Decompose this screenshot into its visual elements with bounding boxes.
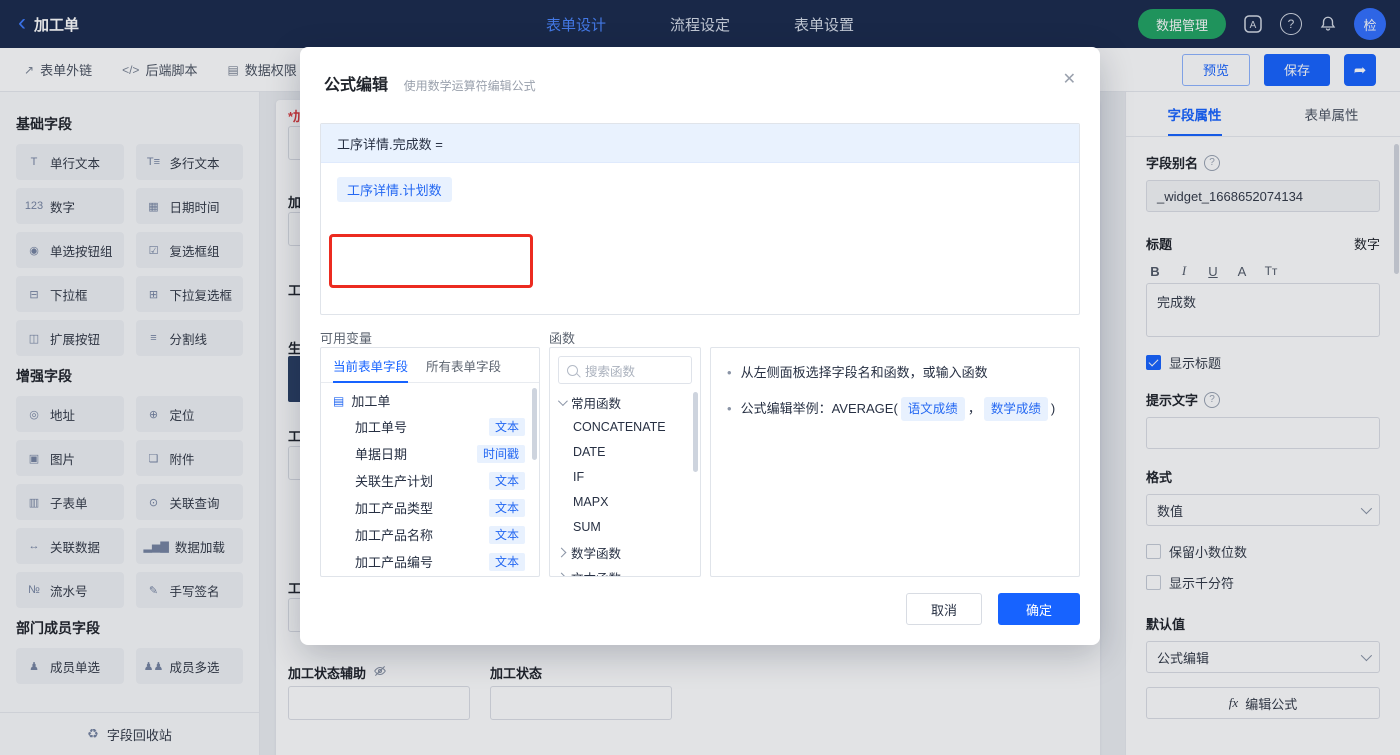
- function-group[interactable]: 数学函数: [550, 540, 700, 565]
- dialog-subtitle: 使用数学运算符编辑公式: [403, 79, 536, 93]
- functions-label: 函数: [549, 331, 576, 346]
- variable-row[interactable]: 关联生产计划 文本: [321, 467, 539, 494]
- function-group-common[interactable]: 常用函数: [550, 390, 700, 415]
- cancel-button[interactable]: 取消: [905, 593, 982, 625]
- help-line-1: 从左侧面板选择字段名和函数，或输入函数: [740, 365, 988, 380]
- variable-row[interactable]: 加工产品类型 文本: [321, 494, 539, 521]
- formula-token[interactable]: 工序详情.计划数: [337, 177, 452, 202]
- app-root: ‹ 加工单 表单设计 流程设定 表单设置 数据管理 A ? 检 ↗ 表单外链 <…: [0, 0, 1400, 755]
- chevron-right-icon: [556, 547, 567, 558]
- tab-current-form-fields[interactable]: 当前表单字段: [333, 348, 409, 383]
- example-token: 语文成绩: [900, 397, 965, 421]
- chevron-down-icon: [557, 396, 568, 407]
- variable-type-badge: 文本: [488, 525, 525, 544]
- scrollbar[interactable]: [532, 388, 537, 460]
- variable-row[interactable]: 加工单号 文本: [321, 413, 539, 440]
- variable-type-badge: 时间戳: [476, 444, 525, 463]
- variable-name: 加工产品编号: [355, 555, 434, 570]
- formula-target: 工序详情.完成数 =: [337, 136, 443, 152]
- chevron-right-icon: [556, 572, 567, 576]
- variable-name: 加工产品类型: [355, 501, 434, 516]
- variables-panel: 当前表单字段 所有表单字段 加工单 加工单号 文本: [320, 347, 540, 577]
- variable-type-badge: 文本: [488, 498, 525, 517]
- search-icon: [567, 364, 578, 376]
- form-tree-node[interactable]: 加工单: [321, 383, 539, 413]
- function-item[interactable]: SUM: [550, 515, 700, 540]
- variable-type-badge: 文本: [488, 471, 525, 490]
- functions-panel: 搜索函数 常用函数 CONCATENATE DATE IF MAPX SUM 数…: [549, 347, 701, 577]
- close-icon[interactable]: ✕: [1063, 69, 1076, 89]
- variable-name: 加工单号: [355, 420, 408, 435]
- variable-type-badge: 文本: [488, 417, 525, 436]
- annotation-red-box: [329, 234, 533, 288]
- variable-row[interactable]: 加工产品名称 文本: [321, 521, 539, 548]
- variables-label: 可用变量: [320, 331, 373, 346]
- variable-name: 加工产品名称: [355, 528, 434, 543]
- variable-row[interactable]: 单据日期 时间戳: [321, 440, 539, 467]
- variable-row[interactable]: 加工产品编号 文本: [321, 548, 539, 575]
- function-item[interactable]: IF: [550, 465, 700, 490]
- scrollbar[interactable]: [693, 392, 698, 472]
- help-panel: 从左侧面板选择字段名和函数，或输入函数 公式编辑举例：AVERAGE( 语文成绩…: [710, 347, 1080, 577]
- example-token: 数学成绩: [983, 397, 1048, 421]
- variable-name: 关联生产计划: [355, 474, 434, 489]
- variable-type-badge: 文本: [488, 552, 525, 571]
- search-placeholder: 搜索函数: [585, 364, 636, 379]
- variable-name: 单据日期: [355, 447, 408, 462]
- function-group[interactable]: 文本函数: [550, 565, 700, 576]
- function-item[interactable]: MAPX: [550, 490, 700, 515]
- formula-edit-dialog: 公式编辑 使用数学运算符编辑公式 ✕ 工序详情.完成数 = 工序详情.计划数 可…: [300, 47, 1100, 645]
- function-item[interactable]: DATE: [550, 440, 700, 465]
- function-search-input[interactable]: 搜索函数: [558, 356, 692, 384]
- help-line-2-prefix: 公式编辑举例：AVERAGE(: [740, 401, 898, 416]
- function-item[interactable]: CONCATENATE: [550, 415, 700, 440]
- document-icon: [333, 393, 344, 408]
- tab-all-form-fields[interactable]: 所有表单字段: [426, 348, 501, 382]
- confirm-button[interactable]: 确定: [997, 593, 1080, 625]
- dialog-title: 公式编辑: [324, 77, 389, 94]
- formula-editor[interactable]: 工序详情.完成数 = 工序详情.计划数: [320, 123, 1080, 315]
